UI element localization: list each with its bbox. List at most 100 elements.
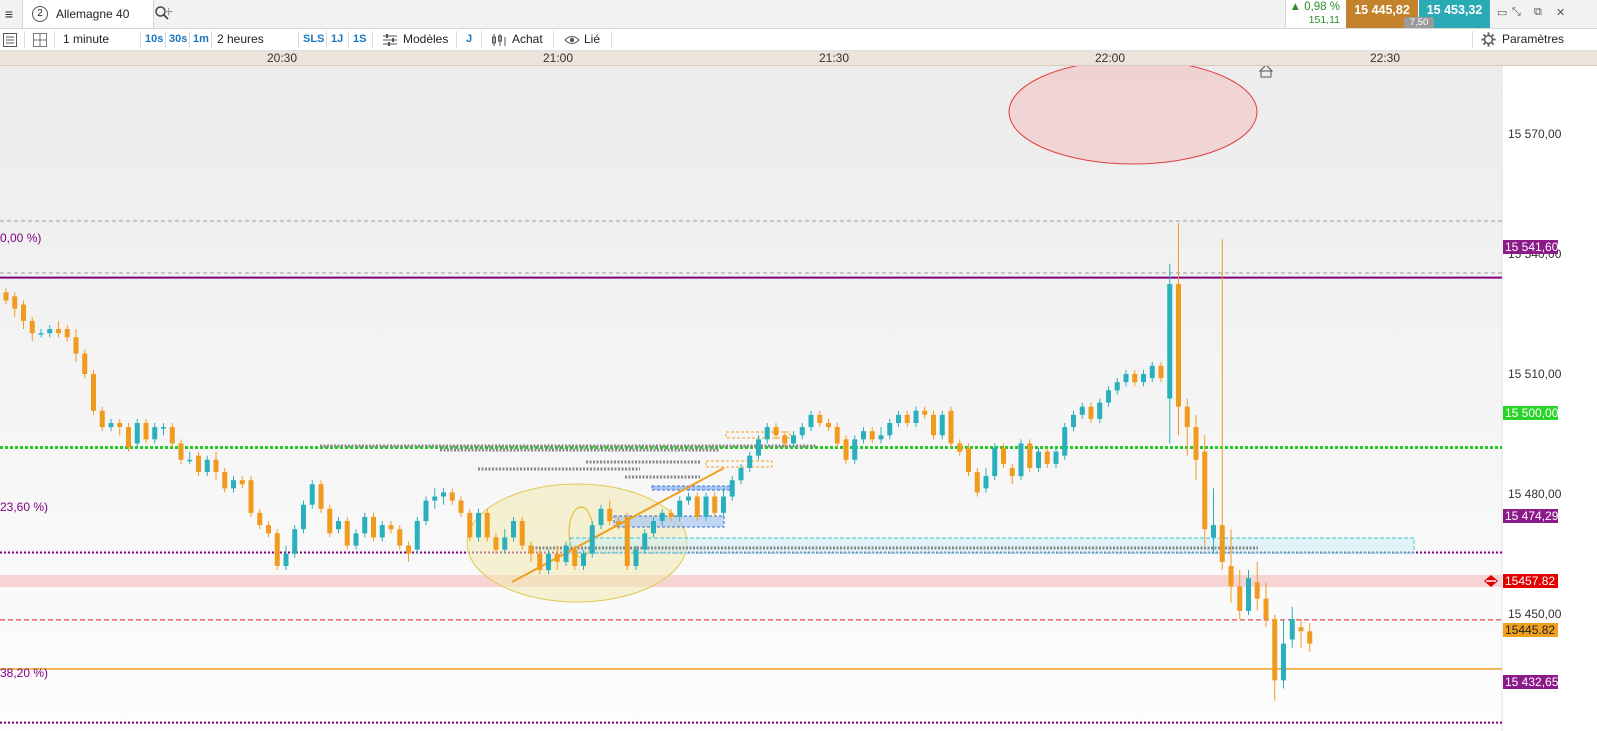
candle-body[interactable]	[616, 521, 621, 526]
candle-body[interactable]	[948, 410, 954, 444]
candle-body[interactable]	[1167, 284, 1173, 399]
candle-body[interactable]	[1289, 619, 1295, 640]
candle-body[interactable]	[1018, 443, 1024, 477]
candle-body[interactable]	[1079, 406, 1085, 415]
candle-body[interactable]	[292, 529, 298, 554]
candle-body[interactable]	[808, 414, 814, 428]
candle-body[interactable]	[554, 553, 560, 562]
candle-body[interactable]	[406, 545, 411, 554]
eye-icon[interactable]	[564, 29, 580, 50]
candle-body[interactable]	[152, 427, 158, 440]
candle-body[interactable]	[21, 304, 26, 321]
candle-body[interactable]	[729, 480, 735, 497]
candle-body[interactable]	[1237, 586, 1243, 611]
candle-body[interactable]	[467, 512, 473, 538]
candle-body[interactable]	[327, 508, 333, 534]
candle-body[interactable]	[852, 439, 858, 460]
candle-body[interactable]	[1184, 406, 1190, 428]
candle-body[interactable]	[397, 529, 403, 546]
candle-body[interactable]	[82, 353, 88, 374]
candle-body[interactable]	[1114, 382, 1120, 391]
candle-body[interactable]	[1281, 643, 1286, 681]
candle-body[interactable]	[581, 553, 586, 566]
cyan-zone[interactable]	[569, 537, 1415, 554]
candle-body[interactable]	[528, 545, 534, 554]
close-icon[interactable]: ✕	[1556, 6, 1565, 19]
candle-body[interactable]	[99, 410, 105, 428]
candle-body[interactable]	[222, 472, 228, 489]
candle-body[interactable]	[1001, 447, 1006, 464]
candle-body[interactable]	[694, 496, 700, 517]
candle-body[interactable]	[519, 521, 525, 546]
candle-body[interactable]	[388, 525, 394, 530]
gear-icon[interactable]	[1481, 29, 1496, 50]
candle-body[interactable]	[651, 521, 656, 534]
candle-body[interactable]	[1219, 525, 1225, 562]
order-icon[interactable]	[491, 29, 507, 50]
candle-body[interactable]	[589, 525, 595, 554]
candle-body[interactable]	[1088, 406, 1094, 419]
candle-body[interactable]	[1228, 565, 1234, 587]
candle-body[interactable]	[974, 472, 980, 493]
candle-body[interactable]	[1036, 451, 1041, 468]
candle-body[interactable]	[1062, 427, 1068, 456]
expand-icon[interactable]: ▭	[1497, 6, 1507, 19]
candle-body[interactable]	[563, 545, 569, 562]
candle-body[interactable]	[572, 549, 578, 566]
candle-body[interactable]	[283, 553, 289, 566]
candle-body[interactable]	[231, 480, 236, 489]
candle-body[interactable]	[169, 427, 175, 444]
candle-body[interactable]	[624, 516, 630, 566]
candle-body[interactable]	[1193, 427, 1199, 460]
candle-body[interactable]	[309, 484, 315, 505]
candle-body[interactable]	[878, 435, 884, 440]
candle-body[interactable]	[91, 373, 96, 411]
candle-body[interactable]	[773, 427, 779, 436]
candle-body[interactable]	[1246, 578, 1251, 611]
candle-body[interactable]	[301, 504, 306, 530]
candle-body[interactable]	[598, 508, 604, 526]
candle-body[interactable]	[677, 500, 683, 517]
quick-tf-10s[interactable]: 10s	[145, 29, 163, 50]
candle-body[interactable]	[266, 525, 271, 534]
candle-body[interactable]	[843, 439, 849, 460]
candle-body[interactable]	[318, 484, 324, 509]
candle-body[interactable]	[659, 512, 665, 522]
candle-body[interactable]	[449, 492, 455, 501]
plus-icon[interactable]: +	[164, 4, 173, 22]
candle-body[interactable]	[362, 516, 368, 534]
candle-body[interactable]	[344, 521, 350, 546]
candle-body[interactable]	[712, 496, 718, 513]
settings-button[interactable]: Paramètres	[1502, 29, 1564, 50]
candle-body[interactable]	[686, 496, 691, 501]
candle-body[interactable]	[546, 553, 551, 571]
candle-body[interactable]	[29, 320, 35, 334]
candle-body[interactable]	[178, 443, 184, 460]
range-1j-button[interactable]: 1J	[331, 29, 343, 50]
range-select[interactable]: 2 heures	[217, 29, 264, 50]
candle-body[interactable]	[992, 447, 998, 477]
candle-body[interactable]	[379, 525, 385, 538]
candle-body[interactable]	[1071, 414, 1076, 428]
candle-body[interactable]	[1044, 451, 1050, 464]
candle-body[interactable]	[703, 496, 709, 517]
candle-body[interactable]	[1202, 451, 1208, 530]
candle-body[interactable]	[1254, 582, 1260, 599]
candle-body[interactable]	[108, 423, 114, 428]
candle-body[interactable]	[117, 423, 123, 428]
candle-body[interactable]	[126, 427, 131, 448]
candle-body[interactable]	[1132, 373, 1138, 383]
buy-button[interactable]: Achat	[512, 29, 543, 50]
candle-body[interactable]	[47, 329, 53, 334]
candle-body[interactable]	[1009, 467, 1015, 477]
models-button[interactable]: Modèles	[403, 29, 448, 50]
candle-body[interactable]	[1263, 598, 1269, 620]
candle-body[interactable]	[257, 512, 263, 526]
candle-body[interactable]	[1158, 365, 1164, 379]
candle-body[interactable]	[64, 329, 70, 338]
candle-body[interactable]	[1307, 631, 1313, 644]
candle-body[interactable]	[187, 459, 193, 462]
shrink-icon[interactable]: ⤡	[1512, 6, 1521, 19]
candle-body[interactable]	[511, 521, 516, 538]
candle-body[interactable]	[3, 292, 9, 301]
